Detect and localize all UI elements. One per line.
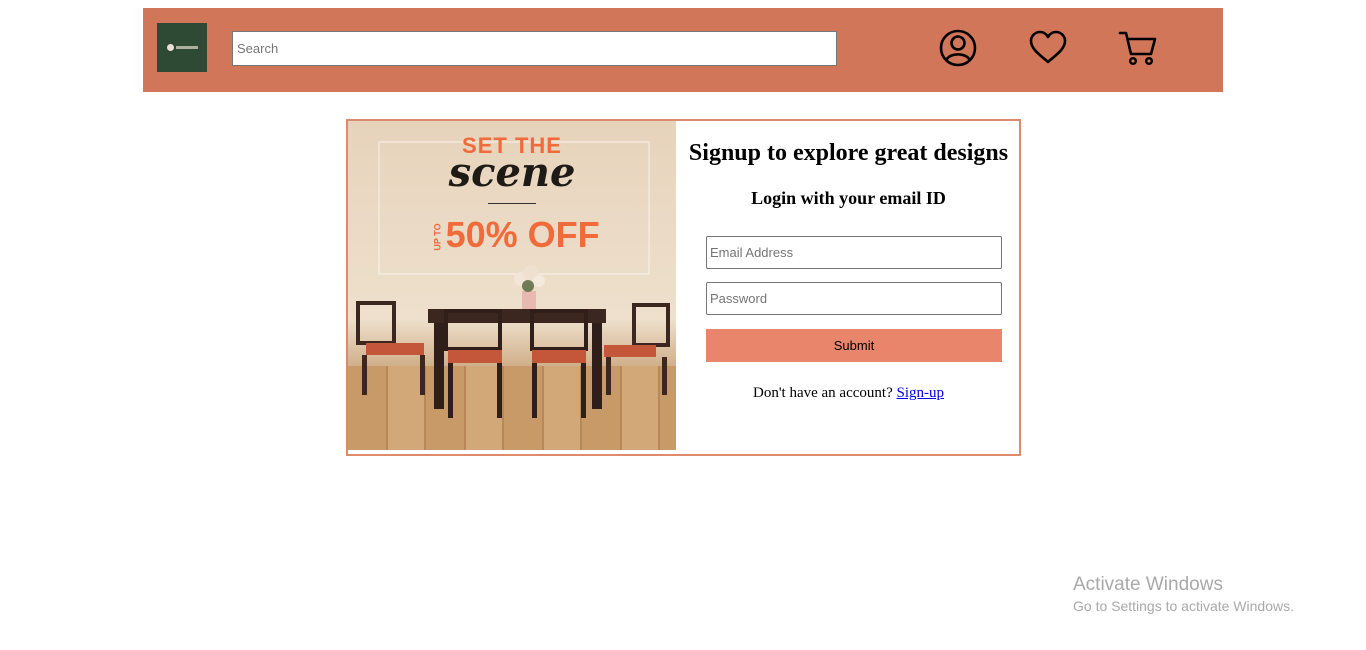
login-form: Signup to explore great designs Login wi…: [678, 121, 1019, 454]
promo-divider: [488, 203, 536, 204]
logo-wordmark: [175, 46, 198, 49]
promo-discount: UP TO50% OFF: [348, 214, 676, 256]
signup-title: Signup to explore great designs: [688, 140, 1009, 166]
login-subtitle: Login with your email ID: [751, 188, 946, 208]
heart-icon[interactable]: [1028, 28, 1068, 68]
login-card: SET THE scene UP TO50% OFF Signup to exp…: [346, 119, 1021, 456]
site-header: [143, 8, 1223, 92]
promo-banner: SET THE scene UP TO50% OFF: [348, 121, 676, 450]
submit-button[interactable]: Submit: [706, 329, 1002, 362]
promo-discount-value: 50% OFF: [445, 214, 600, 255]
watermark-title: Activate Windows: [1073, 574, 1223, 595]
search-input[interactable]: [232, 31, 837, 66]
email-field[interactable]: [706, 236, 1002, 269]
account-prompt-line: Don't have an account? Sign-up: [678, 385, 1019, 402]
promo-prefix: UP TO: [432, 223, 443, 252]
password-field[interactable]: [706, 282, 1002, 315]
signup-link[interactable]: Sign-up: [896, 385, 944, 401]
user-icon[interactable]: [938, 28, 978, 68]
account-prompt: Don't have an account?: [753, 385, 893, 401]
brand-logo[interactable]: [157, 23, 207, 72]
cart-icon[interactable]: [1118, 28, 1158, 68]
logo-mark-icon: [166, 44, 174, 51]
promo-script-text: scene: [448, 149, 576, 196]
windows-activation-watermark: Activate Windows Go to Settings to activ…: [1073, 574, 1294, 614]
watermark-subtitle: Go to Settings to activate Windows.: [1073, 598, 1294, 614]
